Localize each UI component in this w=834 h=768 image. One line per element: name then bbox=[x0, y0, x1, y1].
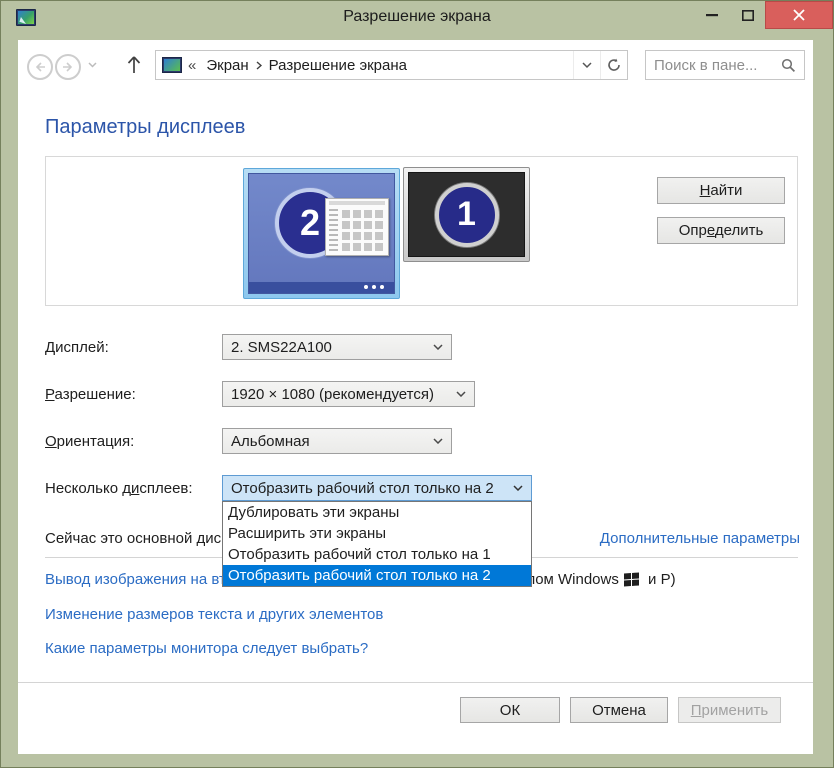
chevron-down-icon bbox=[88, 62, 97, 68]
search-box[interactable] bbox=[645, 50, 805, 80]
apply-button[interactable]: Применить bbox=[678, 697, 781, 723]
resolution-combobox[interactable]: 1920 × 1080 (рекомендуется) bbox=[222, 381, 475, 407]
refresh-button[interactable] bbox=[600, 51, 627, 79]
text-size-link[interactable]: Изменение размеров текста и других элеме… bbox=[45, 606, 383, 623]
maximize-button[interactable] bbox=[734, 1, 762, 29]
monitor-1-number: 1 bbox=[434, 182, 499, 247]
chevron-down-icon bbox=[433, 438, 443, 444]
advanced-settings-link[interactable]: Дополнительные параметры bbox=[600, 530, 800, 547]
which-settings-link[interactable]: Какие параметры монитора следует выбрать… bbox=[45, 640, 368, 657]
search-icon[interactable] bbox=[781, 58, 796, 73]
detect-button[interactable]: Найти bbox=[657, 177, 785, 204]
back-button[interactable] bbox=[27, 54, 53, 80]
back-arrow-icon bbox=[35, 62, 45, 72]
dropdown-option-duplicate[interactable]: Дублировать эти экраны bbox=[223, 502, 531, 523]
taskbar-dots-icon bbox=[380, 285, 384, 289]
address-dropdown-button[interactable] bbox=[573, 51, 600, 79]
monitor-2-thumbnail[interactable]: 2 bbox=[243, 168, 400, 299]
ok-button[interactable]: ОК bbox=[460, 697, 560, 723]
monitor-2-screen: 2 bbox=[248, 173, 395, 294]
windows-logo-icon bbox=[623, 572, 639, 587]
forward-button[interactable] bbox=[55, 54, 81, 80]
taskbar-strip bbox=[249, 282, 394, 293]
monitor-1-screen: 1 bbox=[408, 172, 525, 257]
dropdown-option-only-1[interactable]: Отобразить рабочий стол только на 1 bbox=[223, 544, 531, 565]
orientation-label: Ориентация: bbox=[45, 433, 135, 450]
monitor-1-thumbnail[interactable]: 1 bbox=[403, 167, 530, 262]
close-button[interactable] bbox=[765, 1, 833, 29]
chevron-down-icon bbox=[582, 61, 592, 68]
minimize-icon bbox=[706, 13, 718, 16]
orientation-combobox[interactable]: Альбомная bbox=[222, 428, 452, 454]
recent-pages-button[interactable] bbox=[88, 62, 97, 68]
dropdown-option-only-2[interactable]: Отобразить рабочий стол только на 2 bbox=[223, 565, 531, 586]
dropdown-option-extend[interactable]: Расширить эти экраны bbox=[223, 523, 531, 544]
close-icon bbox=[793, 9, 805, 21]
chevron-down-icon bbox=[456, 391, 466, 397]
resolution-label: Разрешение: bbox=[45, 386, 136, 403]
multiple-displays-combobox[interactable]: Отобразить рабочий стол только на 2 bbox=[222, 475, 532, 501]
maximize-icon bbox=[742, 9, 754, 21]
search-input[interactable] bbox=[646, 56, 781, 74]
forward-arrow-icon bbox=[63, 62, 73, 72]
display-combobox[interactable]: 2. SMS22A100 bbox=[222, 334, 452, 360]
multiple-displays-label: Несколько дисплеев: bbox=[45, 480, 193, 497]
cancel-button[interactable]: Отмена bbox=[570, 697, 668, 723]
breadcrumb-item-screen[interactable]: Экран bbox=[202, 57, 252, 74]
minimize-button[interactable] bbox=[698, 1, 726, 29]
breadcrumb-separator-icon bbox=[256, 60, 262, 70]
breadcrumb-overflow[interactable]: « bbox=[188, 57, 196, 74]
address-bar[interactable]: « Экран Разрешение экрана bbox=[155, 50, 628, 80]
refresh-icon bbox=[608, 58, 620, 71]
page-title: Параметры дисплеев bbox=[45, 116, 246, 138]
multiple-displays-dropdown: Дублировать эти экраны Расширить эти экр… bbox=[222, 501, 532, 587]
start-screen-thumbnail bbox=[325, 198, 389, 256]
breadcrumb-item-resolution[interactable]: Разрешение экрана bbox=[265, 57, 411, 74]
footer-divider bbox=[18, 682, 813, 683]
chevron-down-icon bbox=[513, 485, 523, 491]
identify-button[interactable]: Определить bbox=[657, 217, 785, 244]
display-label: Дисплей: bbox=[45, 339, 109, 356]
up-button[interactable] bbox=[126, 55, 142, 75]
up-arrow-icon bbox=[127, 56, 141, 73]
display-icon bbox=[162, 57, 182, 73]
title-bar: Разрешение экрана bbox=[0, 0, 834, 40]
chevron-down-icon bbox=[433, 344, 443, 350]
